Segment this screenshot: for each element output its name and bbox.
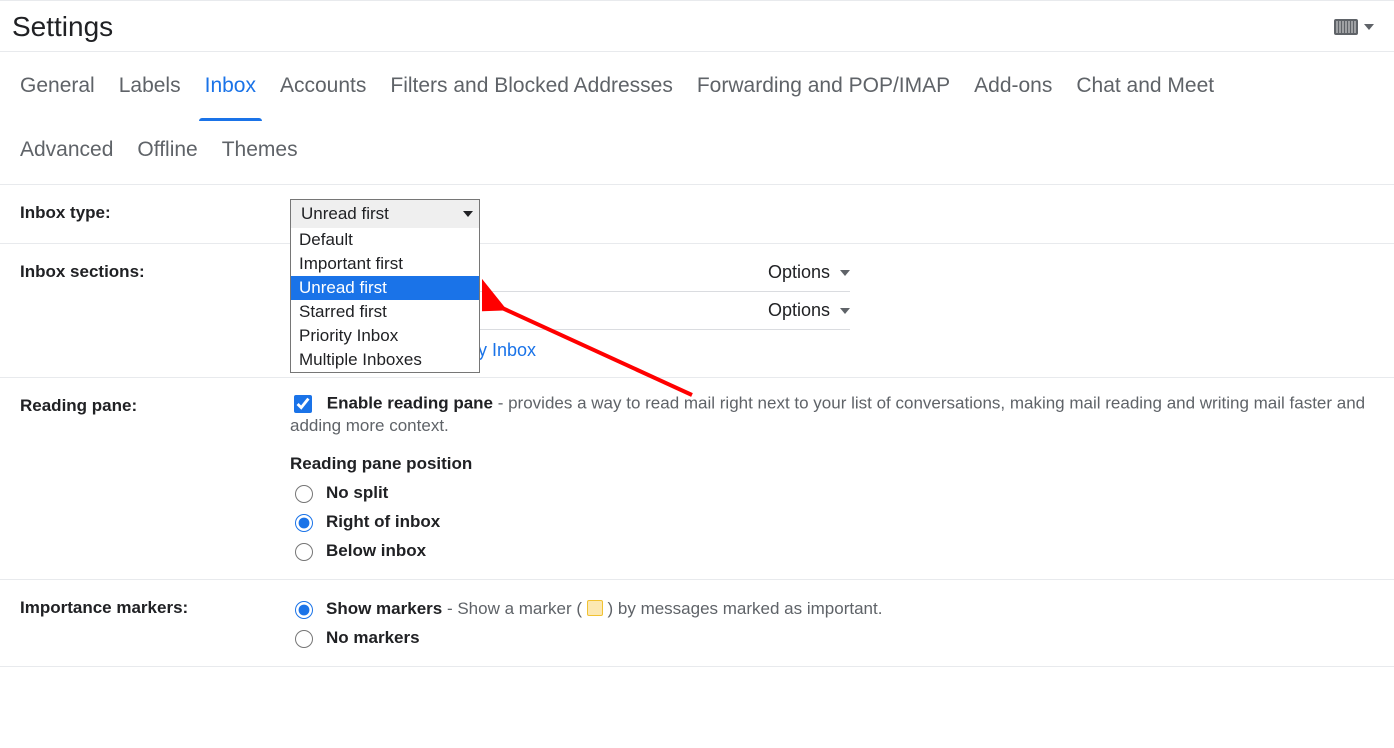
tab-advanced[interactable]: Advanced: [20, 134, 113, 184]
section-options-button[interactable]: Options: [768, 300, 850, 321]
tab-chat-and-meet[interactable]: Chat and Meet: [1076, 70, 1214, 120]
tab-filters-and-blocked-addresses[interactable]: Filters and Blocked Addresses: [390, 70, 672, 120]
inbox-type-option[interactable]: Important first: [291, 252, 479, 276]
chevron-down-icon: [840, 308, 850, 314]
reading-pane-option-label: Right of inbox: [326, 512, 440, 532]
tab-add-ons[interactable]: Add-ons: [974, 70, 1052, 120]
tab-accounts[interactable]: Accounts: [280, 70, 366, 120]
reading-pane-no-split-radio[interactable]: [295, 485, 313, 503]
section-options-button[interactable]: Options: [768, 262, 850, 283]
inbox-type-select[interactable]: Unread first: [290, 199, 480, 229]
chevron-down-icon: [463, 211, 473, 217]
keyboard-icon: [1334, 19, 1358, 35]
input-tools-button[interactable]: [1334, 19, 1374, 35]
options-label: Options: [768, 262, 830, 283]
reading-pane-position-heading: Reading pane position: [290, 436, 1394, 478]
tab-inbox[interactable]: Inbox: [205, 70, 256, 120]
inbox-type-option[interactable]: Starred first: [291, 300, 479, 324]
inbox-type-option[interactable]: Default: [291, 228, 479, 252]
options-label: Options: [768, 300, 830, 321]
show-markers-desc2: ) by messages marked as important.: [603, 599, 883, 618]
page-title: Settings: [12, 11, 113, 43]
inbox-sections-label: Inbox sections:: [20, 258, 290, 363]
enable-reading-pane-text: Enable reading pane: [327, 393, 493, 412]
chevron-down-icon: [1364, 24, 1374, 30]
tab-general[interactable]: General: [20, 70, 95, 120]
show-markers-desc1: - Show a marker (: [442, 599, 587, 618]
show-markers-radio[interactable]: [295, 601, 313, 619]
inbox-type-label: Inbox type:: [20, 199, 290, 229]
importance-marker-icon: [587, 600, 603, 616]
inbox-type-option[interactable]: Unread first: [291, 276, 479, 300]
priority-inbox-link-partial[interactable]: y Inbox: [478, 340, 536, 360]
reading-pane-right-of-inbox-radio[interactable]: [295, 514, 313, 532]
reading-pane-option-label: Below inbox: [326, 541, 426, 561]
reading-pane-label: Reading pane:: [20, 392, 290, 565]
chevron-down-icon: [840, 270, 850, 276]
show-markers-label: Show markers: [326, 599, 442, 618]
settings-tabs: General Labels Inbox Accounts Filters and Bl…: [0, 52, 1394, 185]
tab-offline[interactable]: Offline: [137, 134, 197, 184]
inbox-type-option[interactable]: Priority Inbox: [291, 324, 479, 348]
no-markers-radio[interactable]: [295, 630, 313, 648]
reading-pane-option-label: No split: [326, 483, 388, 503]
inbox-type-dropdown: DefaultImportant firstUnread firstStarre…: [290, 228, 480, 373]
no-markers-label: No markers: [326, 628, 420, 648]
enable-reading-pane-checkbox[interactable]: [294, 395, 312, 413]
importance-markers-label: Importance markers:: [20, 594, 290, 652]
tab-themes[interactable]: Themes: [222, 134, 298, 184]
inbox-type-option[interactable]: Multiple Inboxes: [291, 348, 479, 372]
inbox-type-selected: Unread first: [301, 204, 389, 224]
tab-labels[interactable]: Labels: [119, 70, 181, 120]
reading-pane-below-inbox-radio[interactable]: [295, 543, 313, 561]
tab-forwarding-and-pop-imap[interactable]: Forwarding and POP/IMAP: [697, 70, 950, 120]
